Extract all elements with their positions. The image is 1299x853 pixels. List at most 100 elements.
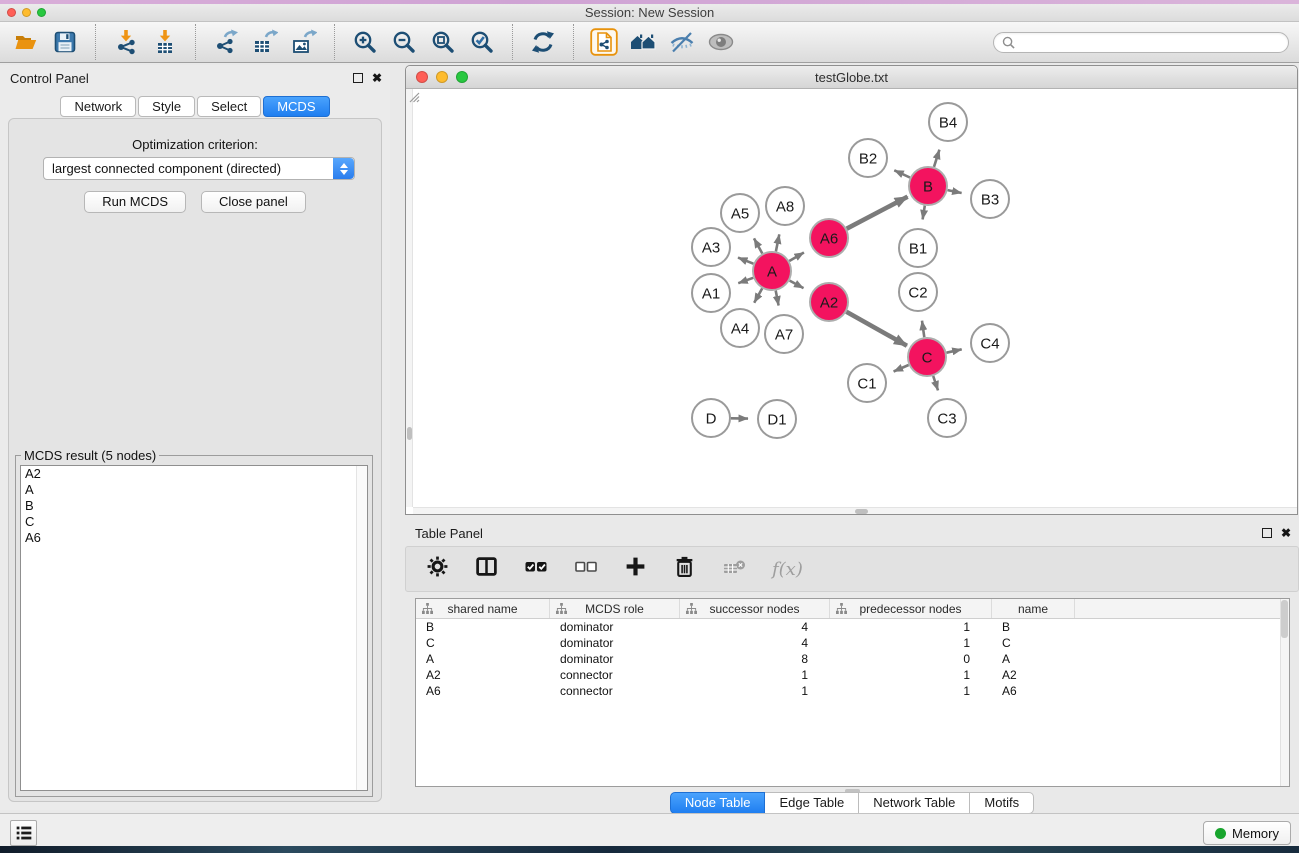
float-table-panel-icon[interactable] — [1262, 528, 1272, 538]
network-document-icon[interactable] — [590, 28, 618, 56]
close-table-panel-icon[interactable]: ✖ — [1281, 528, 1291, 538]
zoom-in-icon[interactable] — [351, 28, 379, 56]
tab-select[interactable]: Select — [197, 96, 261, 117]
graph-node-C4[interactable]: C4 — [971, 324, 1009, 362]
open-folder-icon[interactable] — [12, 28, 40, 56]
deselect-all-icon[interactable] — [574, 555, 598, 584]
mcds-result-group: MCDS result (5 nodes) A2ABCA6 — [15, 455, 373, 797]
svg-text:A6: A6 — [820, 230, 838, 247]
memory-button[interactable]: Memory — [1203, 821, 1291, 845]
column-header-successor-nodes[interactable]: successor nodes — [680, 599, 830, 618]
graph-node-C3[interactable]: C3 — [928, 399, 966, 437]
table-row[interactable]: A6connector11A6 — [416, 683, 1289, 699]
mcds-result-item[interactable]: C — [21, 514, 367, 530]
import-network-icon[interactable] — [112, 28, 140, 56]
svg-text:A2: A2 — [820, 294, 838, 311]
search-input[interactable] — [1020, 35, 1280, 49]
network-canvas[interactable]: B4 B2 B B3 A5A8 A6 A3 B1 A A1 C2 A2 A4A7 C4 C C1 C3 D D1 — [406, 89, 1297, 514]
svg-text:C3: C3 — [937, 410, 956, 427]
run-mcds-button[interactable]: Run MCDS — [84, 191, 186, 213]
canvas-horizontal-scrollbar[interactable] — [413, 507, 1297, 514]
add-column-icon[interactable] — [624, 555, 647, 583]
export-table-icon[interactable] — [251, 28, 279, 56]
graph-node-C1[interactable]: C1 — [848, 364, 886, 402]
graph-node-A8[interactable]: A8 — [766, 187, 804, 225]
export-image-icon[interactable] — [290, 28, 318, 56]
select-all-icon[interactable] — [524, 555, 548, 584]
graph-node-B2[interactable]: B2 — [849, 139, 887, 177]
result-scrollbar[interactable] — [356, 466, 367, 790]
network-window-titlebar[interactable]: testGlobe.txt — [406, 66, 1297, 89]
network-close-button[interactable] — [416, 71, 428, 83]
tab-style[interactable]: Style — [138, 96, 195, 117]
graph-node-A[interactable]: A — [753, 252, 791, 290]
function-icon[interactable]: f(x) — [772, 559, 803, 580]
graph-node-A7[interactable]: A7 — [765, 315, 803, 353]
zoom-window-button[interactable] — [37, 8, 46, 17]
canvas-vertical-scrollbar[interactable] — [406, 89, 413, 507]
graph-node-B4[interactable]: B4 — [929, 103, 967, 141]
close-window-button[interactable] — [7, 8, 16, 17]
graph-node-A6[interactable]: A6 — [810, 219, 848, 257]
zoom-out-icon[interactable] — [390, 28, 418, 56]
graph-node-B3[interactable]: B3 — [971, 180, 1009, 218]
tab-network-table[interactable]: Network Table — [859, 792, 970, 814]
graph-node-B[interactable]: B — [909, 167, 947, 205]
tab-network[interactable]: Network — [60, 96, 136, 117]
column-header-MCDS-role[interactable]: MCDS role — [550, 599, 680, 618]
optimization-criterion-select[interactable]: largest connected component (directed) — [43, 157, 355, 180]
column-header-shared-name[interactable]: shared name — [416, 599, 550, 618]
network-minimize-button[interactable] — [436, 71, 448, 83]
minimize-window-button[interactable] — [22, 8, 31, 17]
graph-node-A4[interactable]: A4 — [721, 309, 759, 347]
mcds-result-item[interactable]: A6 — [21, 530, 367, 546]
tab-motifs[interactable]: Motifs — [970, 792, 1034, 814]
graph-node-D[interactable]: D — [692, 399, 730, 437]
home-icon[interactable] — [629, 28, 657, 56]
graph-node-A5[interactable]: A5 — [721, 194, 759, 232]
column-header-name[interactable]: name — [992, 599, 1075, 618]
zoom-selected-icon[interactable] — [468, 28, 496, 56]
close-panel-icon[interactable]: ✖ — [372, 73, 382, 83]
svg-text:C4: C4 — [980, 335, 999, 352]
save-icon[interactable] — [51, 28, 79, 56]
import-table-icon[interactable] — [151, 28, 179, 56]
tab-node-table[interactable]: Node Table — [670, 792, 766, 814]
network-zoom-button[interactable] — [456, 71, 468, 83]
column-header-predecessor-nodes[interactable]: predecessor nodes — [830, 599, 992, 618]
table-row[interactable]: Cdominator41C — [416, 635, 1289, 651]
graph-node-C[interactable]: C — [908, 338, 946, 376]
search-field[interactable] — [993, 32, 1289, 53]
split-columns-icon[interactable] — [475, 555, 498, 583]
graph-node-D1[interactable]: D1 — [758, 400, 796, 438]
gear-icon[interactable] — [426, 555, 449, 583]
mcds-result-item[interactable]: B — [21, 498, 367, 514]
graph-node-B1[interactable]: B1 — [899, 229, 937, 267]
resize-grip-icon[interactable] — [406, 89, 420, 103]
mcds-result-item[interactable]: A2 — [21, 466, 367, 482]
close-panel-button[interactable]: Close panel — [201, 191, 306, 213]
eye-icon[interactable] — [707, 28, 735, 56]
zoom-fit-icon[interactable] — [429, 28, 457, 56]
table-vertical-scrollbar[interactable] — [1280, 599, 1289, 786]
table-cell: 1 — [830, 620, 992, 634]
table-row[interactable]: A2connector11A2 — [416, 667, 1289, 683]
trash-icon[interactable] — [673, 555, 696, 583]
table-cell: 1 — [830, 684, 992, 698]
export-network-icon[interactable] — [212, 28, 240, 56]
graph-node-C2[interactable]: C2 — [899, 273, 937, 311]
refresh-icon[interactable] — [529, 28, 557, 56]
graph-node-A1[interactable]: A1 — [692, 274, 730, 312]
float-panel-icon[interactable] — [353, 73, 363, 83]
mcds-result-item[interactable]: A — [21, 482, 367, 498]
tab-mcds[interactable]: MCDS — [263, 96, 329, 117]
graph-node-A2[interactable]: A2 — [810, 283, 848, 321]
tab-edge-table[interactable]: Edge Table — [765, 792, 859, 814]
table-row[interactable]: Adominator80A — [416, 651, 1289, 667]
table-row[interactable]: Bdominator41B — [416, 619, 1289, 635]
task-history-button[interactable] — [10, 820, 37, 846]
hide-eye-icon[interactable] — [668, 28, 696, 56]
delete-table-icon[interactable] — [722, 555, 746, 584]
graph-node-A3[interactable]: A3 — [692, 228, 730, 266]
edge-B-B1 — [923, 206, 925, 220]
